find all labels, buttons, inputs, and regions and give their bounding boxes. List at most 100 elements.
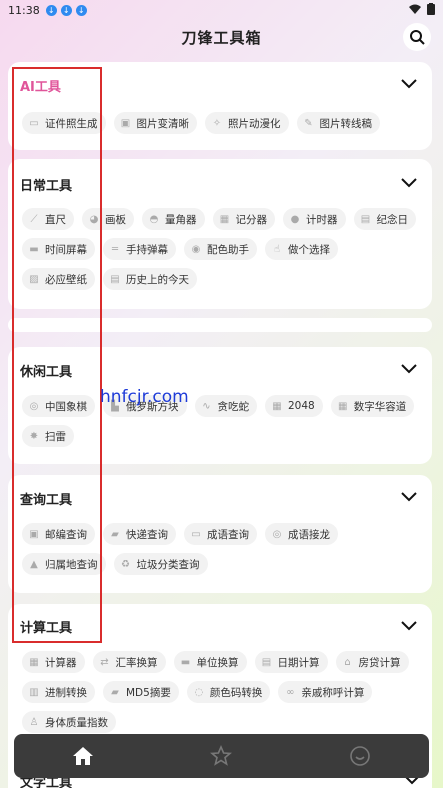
tool-chip-timer[interactable]: ● 计时器 bbox=[283, 208, 346, 230]
app-header: 刀锋工具箱 bbox=[0, 22, 443, 52]
image-icon: ▨ bbox=[29, 273, 39, 285]
tool-chip-minesweeper[interactable]: ✸ 扫雷 bbox=[22, 425, 74, 447]
barrage-icon: ═ bbox=[111, 243, 119, 255]
tool-chip-chinese-chess[interactable]: ◎ 中国象棋 bbox=[22, 395, 95, 417]
search-button[interactable] bbox=[403, 23, 431, 51]
tool-chip-make-choice[interactable]: ☝ 做个选择 bbox=[265, 238, 338, 260]
id-card-icon: ▭ bbox=[29, 117, 39, 129]
tool-chip-relative-title[interactable]: ∞ 亲戚称呼计算 bbox=[278, 681, 373, 703]
clock-screen-icon: ▬ bbox=[29, 243, 39, 255]
download-notification-icon: ↓ bbox=[75, 4, 87, 16]
tool-chip-color-code[interactable]: ◌ 颜色码转换 bbox=[186, 681, 271, 703]
stopwatch-icon: ● bbox=[290, 213, 300, 225]
recycle-icon: ♻ bbox=[121, 558, 130, 570]
tool-chip-idiom-query[interactable]: ▭ 成语查询 bbox=[184, 523, 257, 545]
md5-icon: ▰ bbox=[111, 686, 119, 698]
calendar-icon: ▤ bbox=[360, 213, 371, 225]
tool-chip-time-screen[interactable]: ▬ 时间屏幕 bbox=[22, 238, 95, 260]
pencil-icon: ✎ bbox=[304, 117, 313, 129]
section-title-ai: AI工具 bbox=[20, 80, 61, 95]
tool-chip-id-photo[interactable]: ▭ 证件照生成 bbox=[22, 112, 106, 134]
hd-icon: ▣ bbox=[120, 117, 131, 129]
tool-chip-color-helper[interactable]: ◉ 配色助手 bbox=[184, 238, 257, 260]
tool-chip-garbage-sort[interactable]: ♻ 垃圾分类查询 bbox=[113, 553, 208, 575]
people-icon: ∞ bbox=[286, 686, 295, 698]
collapsed-card bbox=[8, 318, 432, 332]
color-wheel-icon: ◌ bbox=[194, 686, 204, 698]
tool-chip-protractor[interactable]: ◓ 量角器 bbox=[142, 208, 205, 230]
tool-chip-date-calc[interactable]: ▤ 日期计算 bbox=[254, 651, 328, 673]
location-icon: ▲ bbox=[30, 558, 38, 570]
palette-icon: ◕ bbox=[89, 213, 99, 225]
tool-chip-express[interactable]: ▰ 快递查询 bbox=[103, 523, 176, 545]
hand-icon: ☝ bbox=[273, 243, 281, 255]
palette-icon: ◉ bbox=[191, 243, 201, 255]
tool-chip-postcode[interactable]: ▣ 邮编查询 bbox=[22, 523, 95, 545]
calendar-icon: ▤ bbox=[110, 273, 120, 285]
calendar-icon: ▤ bbox=[261, 656, 272, 668]
tool-chip-mortgage[interactable]: ⌂ 房贷计算 bbox=[335, 651, 409, 673]
tool-chip-idiom-chain[interactable]: ◎ 成语接龙 bbox=[265, 523, 338, 545]
chevron-down-icon[interactable] bbox=[400, 74, 418, 92]
tool-chip-image-enhance[interactable]: ▣ 图片变清晰 bbox=[113, 112, 197, 134]
truck-icon: ▰ bbox=[111, 528, 119, 540]
tool-chip-md5[interactable]: ▰ MD5摘要 bbox=[103, 681, 179, 703]
chevron-down-icon[interactable] bbox=[400, 616, 418, 634]
tool-chip-line-art[interactable]: ✎ 图片转线稿 bbox=[296, 112, 380, 134]
tool-chip-unit-convert[interactable]: ▬ 单位换算 bbox=[173, 651, 247, 673]
binary-icon: ▥ bbox=[29, 686, 39, 698]
mine-icon: ✸ bbox=[29, 430, 39, 442]
tool-chip-phone-location[interactable]: ▲ 归属地查询 bbox=[22, 553, 106, 575]
tool-chip-klotski[interactable]: ▦ 数字华容道 bbox=[330, 395, 415, 417]
calculator-icon: ▦ bbox=[29, 656, 39, 668]
tool-chip-bmi[interactable]: ♙ 身体质量指数 bbox=[22, 711, 116, 733]
chain-icon: ◎ bbox=[272, 528, 282, 540]
home-icon bbox=[73, 747, 94, 765]
section-title-query: 查询工具 bbox=[20, 493, 73, 508]
chevron-down-icon[interactable] bbox=[400, 359, 418, 377]
smiley-icon bbox=[350, 746, 370, 766]
page-title: 刀锋工具箱 bbox=[181, 28, 262, 47]
body-icon: ♙ bbox=[29, 716, 39, 728]
tool-chip-history-today[interactable]: ▤ 历史上的今天 bbox=[103, 268, 197, 290]
nav-profile-button[interactable] bbox=[330, 734, 390, 778]
search-icon bbox=[410, 30, 425, 45]
status-bar: 11:38 ↓ ↓ ↓ bbox=[0, 0, 443, 20]
section-card-query: 查询工具 ▣ 邮编查询 ▰ 快递查询 ▭ 成语查询 ◎ 成语接龙 ▲ 归属地查询 ♻ 垃圾分… bbox=[8, 475, 432, 593]
tool-chip-exchange-rate[interactable]: ⇄ 汇率换算 bbox=[92, 651, 166, 673]
status-time: 11:38 bbox=[8, 3, 40, 17]
tool-chip-scoreboard[interactable]: ▦ 记分器 bbox=[212, 208, 275, 230]
download-notification-icon: ↓ bbox=[60, 4, 72, 16]
section-card-leisure: 休闲工具 ◎ 中国象棋 ▙ 俄罗斯方块 ∿ 贪吃蛇 ▦ 2048 ▦ 数字华容道 ✸ 扫雷 bbox=[8, 347, 432, 464]
chess-icon: ◎ bbox=[29, 400, 39, 412]
tool-chip-base-convert[interactable]: ▥ 进制转换 bbox=[22, 681, 95, 703]
exchange-icon: ⇄ bbox=[100, 656, 109, 668]
section-card-daily: 日常工具 ⟋ 直尺 ◕ 画板 ◓ 量角器 ▦ 记分器 ● 计时器 ▤ 纪念日 ▬ 时间屏幕 ═… bbox=[8, 159, 432, 309]
tool-chip-ruler[interactable]: ⟋ 直尺 bbox=[22, 208, 74, 230]
wifi-icon bbox=[409, 4, 421, 14]
bottom-navigation bbox=[14, 734, 429, 778]
grid-icon: ▦ bbox=[338, 400, 348, 412]
protractor-icon: ◓ bbox=[149, 213, 159, 225]
tool-chip-photo-anime[interactable]: ✧ 照片动漫化 bbox=[205, 112, 289, 134]
nav-home-button[interactable] bbox=[53, 734, 113, 778]
chevron-down-icon[interactable] bbox=[400, 173, 418, 191]
book-icon: ▭ bbox=[191, 528, 201, 540]
postcode-icon: ▣ bbox=[29, 528, 39, 540]
house-icon: ⌂ bbox=[344, 656, 351, 668]
watermark-text: hnfcjr.com bbox=[100, 387, 189, 407]
tool-chip-handheld-barrage[interactable]: ═ 手持弹幕 bbox=[103, 238, 176, 260]
tool-chip-2048[interactable]: ▦ 2048 bbox=[265, 395, 323, 417]
grid-icon: ▦ bbox=[272, 400, 282, 412]
tool-chip-anniversary[interactable]: ▤ 纪念日 bbox=[353, 208, 416, 230]
snake-icon: ∿ bbox=[202, 400, 211, 412]
tool-chip-calculator[interactable]: ▦ 计算器 bbox=[22, 651, 85, 673]
tool-chip-bing-wallpaper[interactable]: ▨ 必应壁纸 bbox=[22, 268, 95, 290]
chevron-down-icon[interactable] bbox=[400, 487, 418, 505]
tool-chip-drawing-board[interactable]: ◕ 画板 bbox=[82, 208, 134, 230]
section-card-ai: AI工具 ▭ 证件照生成 ▣ 图片变清晰 ✧ 照片动漫化 ✎ 图片转线稿 bbox=[8, 62, 432, 150]
section-title-leisure: 休闲工具 bbox=[20, 365, 73, 380]
nav-favorites-button[interactable] bbox=[191, 734, 251, 778]
tool-chip-snake[interactable]: ∿ 贪吃蛇 bbox=[194, 395, 257, 417]
magic-icon: ✧ bbox=[212, 117, 222, 129]
